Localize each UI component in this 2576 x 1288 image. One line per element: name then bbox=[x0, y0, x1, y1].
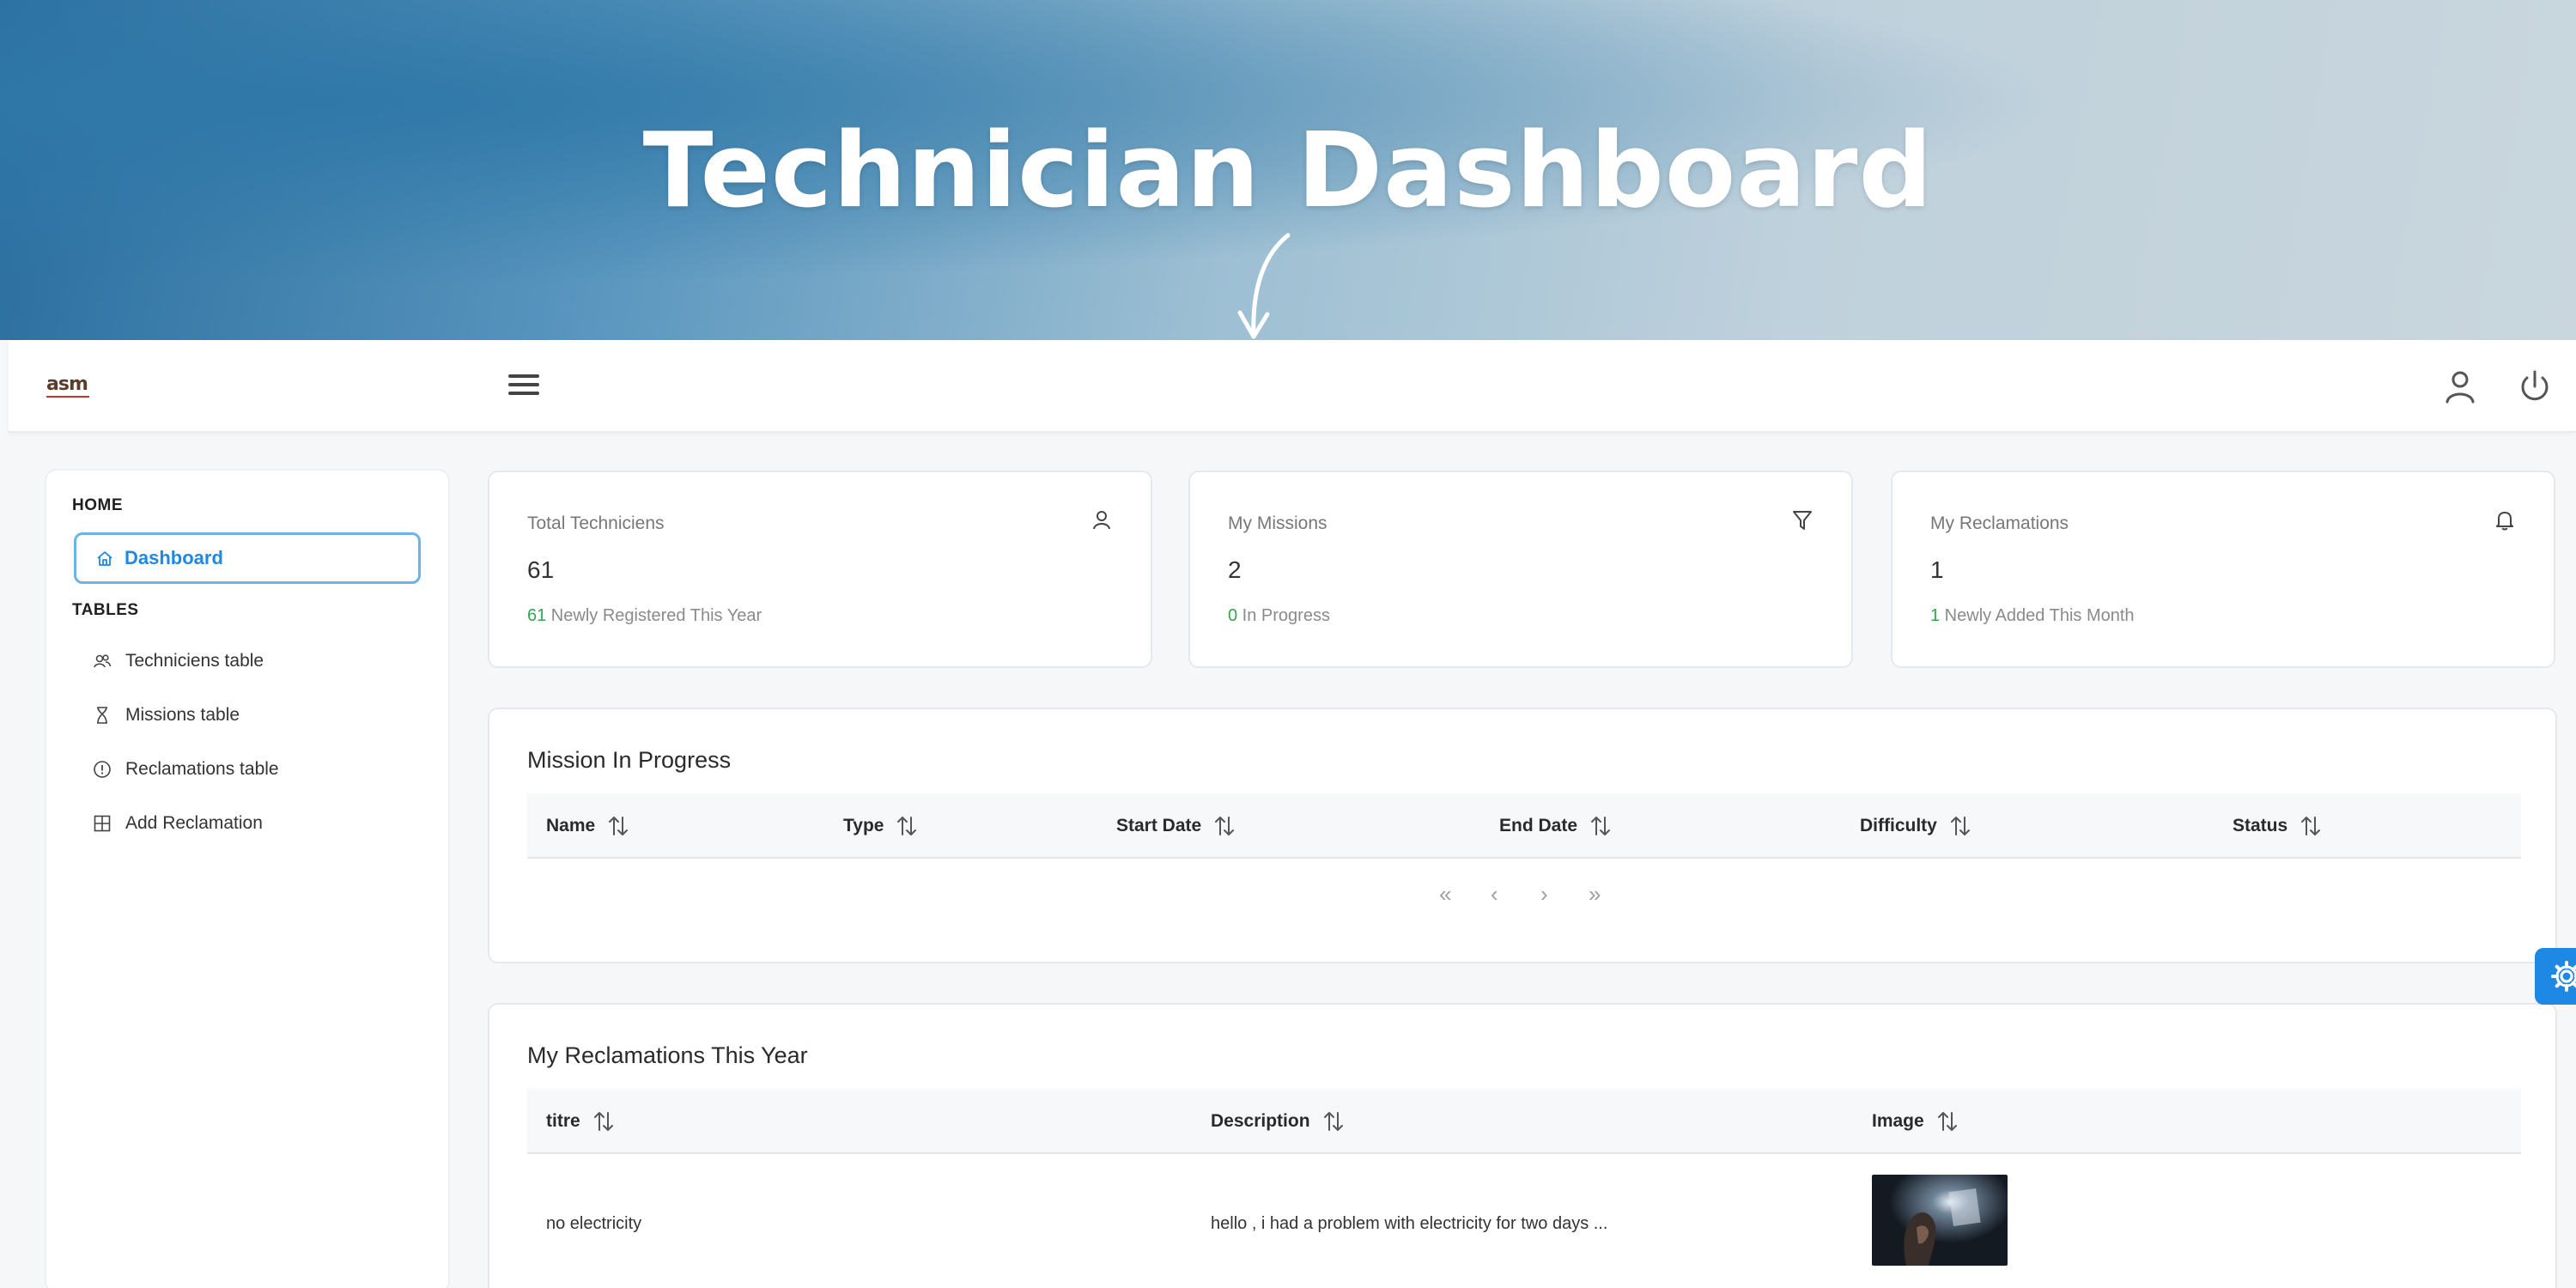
grid-icon bbox=[94, 815, 111, 832]
column-header-titre[interactable]: titre bbox=[546, 1109, 615, 1133]
bell-icon bbox=[2496, 512, 2513, 531]
column-header-difficulty[interactable]: Difficulty bbox=[1860, 814, 1971, 838]
sidebar-item-label: Missions table bbox=[125, 705, 240, 725]
sidebar-item-add-reclamation[interactable]: Add Reclamation bbox=[93, 805, 263, 842]
stat-footer-number: 0 bbox=[1228, 606, 1238, 625]
first-page-button[interactable]: « bbox=[1439, 881, 1451, 908]
stat-card-techniciens: Total Techniciens 61 61 Newly Registered… bbox=[488, 471, 1152, 668]
stat-card-reclamations: My Reclamations 1 1 Newly Added This Mon… bbox=[1891, 471, 2555, 668]
reclamation-image-thumbnail[interactable] bbox=[1872, 1175, 2008, 1266]
stat-footer-text: In Progress bbox=[1237, 606, 1330, 625]
stat-footer: 61 Newly Registered This Year bbox=[527, 606, 762, 626]
sort-icon bbox=[1937, 1112, 1957, 1131]
prev-page-button[interactable]: ‹ bbox=[1491, 881, 1498, 908]
stat-footer: 1 Newly Added This Month bbox=[1930, 606, 2135, 626]
last-page-button[interactable]: » bbox=[1589, 881, 1601, 908]
cell-description: hello , i had a problem with electricity… bbox=[1211, 1214, 1608, 1233]
sidebar: HOME Dashboard TABLES Techniciens table … bbox=[45, 469, 450, 1288]
stat-value: 1 bbox=[1930, 556, 1944, 583]
top-navbar: asm bbox=[9, 340, 2576, 433]
logo[interactable]: asm bbox=[46, 374, 94, 398]
stat-footer-text: Newly Registered This Year bbox=[546, 606, 762, 625]
cell-titre: no electricity bbox=[546, 1214, 642, 1233]
stat-footer-number: 61 bbox=[527, 606, 547, 625]
mission-table-card: Mission In Progress Name Type Start Date… bbox=[488, 708, 2557, 963]
sort-icon bbox=[897, 817, 917, 835]
stat-footer-text: Newly Added This Month bbox=[1940, 606, 2135, 625]
stat-label: My Reclamations bbox=[1930, 513, 2069, 533]
hero-banner: Technician Dashboard bbox=[0, 0, 2576, 340]
stat-footer: 0 In Progress bbox=[1228, 606, 1330, 626]
mission-table-header: Name Type Start Date End Date Difficulty… bbox=[527, 793, 2521, 859]
power-icon[interactable] bbox=[2513, 366, 2556, 409]
hero-title: Technician Dashboard bbox=[642, 112, 1934, 231]
sidebar-item-label: Reclamations table bbox=[125, 759, 279, 779]
filter-icon bbox=[1793, 511, 1812, 530]
sort-icon bbox=[1215, 817, 1235, 835]
sidebar-item-label: Add Reclamation bbox=[125, 813, 263, 833]
table-row[interactable]: no electricity hello , i had a problem w… bbox=[527, 1154, 2521, 1288]
stat-value: 2 bbox=[1228, 556, 1242, 583]
column-header-start-date[interactable]: Start Date bbox=[1116, 814, 1236, 838]
gear-icon bbox=[2551, 961, 2576, 992]
sidebar-section-home: HOME bbox=[72, 496, 123, 514]
column-header-type[interactable]: Type bbox=[843, 814, 918, 838]
sidebar-item-label: Techniciens table bbox=[125, 651, 264, 671]
reclamations-table-title: My Reclamations This Year bbox=[527, 1042, 808, 1068]
reclamations-table-card: My Reclamations This Year titre Descript… bbox=[488, 1003, 2557, 1288]
stat-card-missions: My Missions 2 0 In Progress bbox=[1188, 471, 1853, 668]
sort-icon bbox=[1591, 817, 1611, 835]
column-header-description[interactable]: Description bbox=[1211, 1109, 1345, 1133]
sidebar-item-reclamations[interactable]: Reclamations table bbox=[93, 750, 279, 788]
sidebar-item-techniciens[interactable]: Techniciens table bbox=[93, 642, 264, 680]
pagination: « ‹ › » bbox=[489, 881, 2555, 907]
hamburger-menu-icon[interactable] bbox=[500, 369, 548, 404]
sort-icon bbox=[2301, 817, 2321, 835]
users-icon bbox=[94, 654, 112, 668]
column-header-status[interactable]: Status bbox=[2233, 814, 2322, 838]
mission-table-title: Mission In Progress bbox=[527, 747, 732, 773]
alert-circle-icon bbox=[94, 761, 111, 778]
reclamations-table-header: titre Description Image bbox=[527, 1089, 2521, 1154]
hourglass-icon bbox=[97, 707, 107, 724]
sort-icon bbox=[1323, 1112, 1343, 1131]
user-profile-icon[interactable] bbox=[2439, 366, 2482, 409]
sidebar-item-label: Dashboard bbox=[125, 547, 223, 568]
sidebar-item-dashboard[interactable]: Dashboard bbox=[74, 532, 421, 584]
column-header-name[interactable]: Name bbox=[546, 814, 629, 838]
sort-icon bbox=[1950, 817, 1970, 835]
sort-icon bbox=[593, 1112, 613, 1131]
sort-icon bbox=[609, 817, 629, 835]
settings-tab[interactable] bbox=[2535, 948, 2576, 1005]
home-icon bbox=[97, 551, 112, 566]
next-page-button[interactable]: › bbox=[1540, 881, 1548, 908]
logo-text: asm bbox=[46, 374, 88, 395]
column-header-end-date[interactable]: End Date bbox=[1499, 814, 1612, 838]
stat-value: 61 bbox=[527, 556, 555, 583]
stat-label: My Missions bbox=[1228, 513, 1327, 533]
column-header-image[interactable]: Image bbox=[1872, 1109, 1959, 1133]
stat-label: Total Techniciens bbox=[527, 513, 665, 533]
logo-underline bbox=[46, 396, 89, 398]
sidebar-section-tables: TABLES bbox=[72, 601, 139, 619]
stat-footer-number: 1 bbox=[1930, 606, 1941, 625]
arrow-down-icon bbox=[1237, 233, 1291, 339]
sidebar-item-missions[interactable]: Missions table bbox=[93, 696, 240, 734]
user-icon bbox=[1093, 511, 1110, 530]
